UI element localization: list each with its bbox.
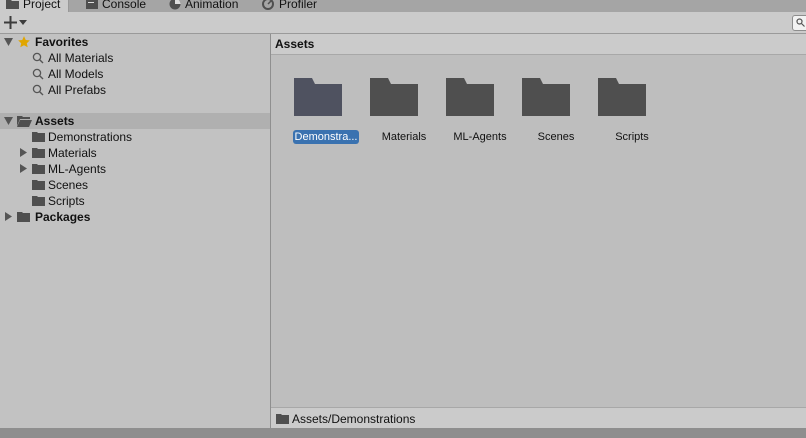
asset-folder-scripts[interactable]: Scripts [584,76,660,146]
tab-label: Profiler [279,0,318,11]
folder-tree: Favorites All Materials All Models All P… [0,34,270,428]
chevron-down-icon [19,19,27,25]
open-folder-icon [17,116,32,127]
tab-animation[interactable]: Animation [169,0,238,12]
tree-item-all-models[interactable]: All Models [0,66,270,82]
folder-icon [32,148,45,158]
collapsed-arrow-icon[interactable] [20,164,27,173]
tree-label: Materials [48,146,97,160]
search-icon [32,84,44,96]
folder-icon [598,78,646,116]
profiler-icon [262,0,274,10]
folder-icon [294,78,342,116]
tree-item-favorites[interactable]: Favorites [0,34,270,50]
search-icon [796,18,805,27]
asset-name: ML-Agents [453,131,507,143]
folder-icon [522,78,570,116]
folder-icon [32,164,45,174]
plus-icon [4,16,17,29]
folder-icon [32,196,45,206]
tree-item-all-prefabs[interactable]: All Prefabs [0,82,270,98]
tree-item-all-materials[interactable]: All Materials [0,50,270,66]
tree-item-assets[interactable]: Assets [0,113,270,129]
asset-folder-materials[interactable]: Materials [356,76,432,146]
tab-profiler[interactable]: Profiler [262,0,317,12]
tab-project[interactable]: Project [0,0,70,12]
search-input[interactable] [792,15,806,31]
folder-icon [276,414,289,424]
collapsed-arrow-icon[interactable] [20,148,27,157]
asset-browser: Assets Demonstra... Materials ML-Agents … [271,34,806,429]
star-icon [18,36,30,48]
collapsed-arrow-icon[interactable] [5,212,12,221]
tree-item-demonstrations[interactable]: Demonstrations [0,129,270,145]
create-button[interactable] [4,14,27,31]
tree-item-materials[interactable]: Materials [0,145,270,161]
console-icon [86,0,98,9]
tree-label: Assets [35,114,75,128]
expanded-arrow-icon[interactable] [4,117,13,125]
asset-name: Scenes [537,131,575,143]
asset-name: Materials [381,131,427,143]
tree-label: ML-Agents [48,162,107,176]
tree-label: Favorites [35,35,89,49]
tree-label: Packages [35,210,91,224]
tree-label: Scenes [48,178,89,192]
tree-item-scripts[interactable]: Scripts [0,193,270,209]
tab-label: Project [23,0,61,11]
folder-icon [32,180,45,190]
search-icon [32,68,44,80]
tab-console[interactable]: Console [86,0,146,12]
breadcrumb: Assets [271,34,806,55]
asset-name: Scripts [615,131,649,143]
breadcrumb-label[interactable]: Assets [275,37,314,51]
tree-label: All Models [48,67,104,81]
tree-label: Demonstrations [48,130,133,144]
tab-strip: Project Console Animation Profiler [0,0,806,12]
window-bottom-edge [0,428,806,438]
expanded-arrow-icon[interactable] [4,38,13,46]
tree-item-packages[interactable]: Packages [0,209,270,225]
asset-folder-demonstrations[interactable]: Demonstra... [280,76,359,146]
folder-icon [446,78,494,116]
tree-label: All Prefabs [48,83,107,97]
tree-label: Scripts [48,194,85,208]
animation-icon [169,0,181,9]
search-icon [32,52,44,64]
asset-folder-ml-agents[interactable]: ML-Agents [432,76,508,146]
tab-label: Animation [185,0,239,11]
tree-item-ml-agents[interactable]: ML-Agents [0,161,270,177]
tree-label: All Materials [48,51,114,65]
folder-icon [370,78,418,116]
asset-name: Demonstra... [293,130,359,144]
folder-icon [17,212,30,222]
selection-path-bar: Assets/Demonstrations [271,407,806,429]
project-toolbar [0,12,806,34]
folder-icon [32,132,45,142]
tree-item-scenes[interactable]: Scenes [0,177,270,193]
tab-label: Console [102,0,147,11]
selection-path: Assets/Demonstrations [292,411,416,426]
asset-folder-scenes[interactable]: Scenes [508,76,584,146]
folder-icon [6,0,19,9]
